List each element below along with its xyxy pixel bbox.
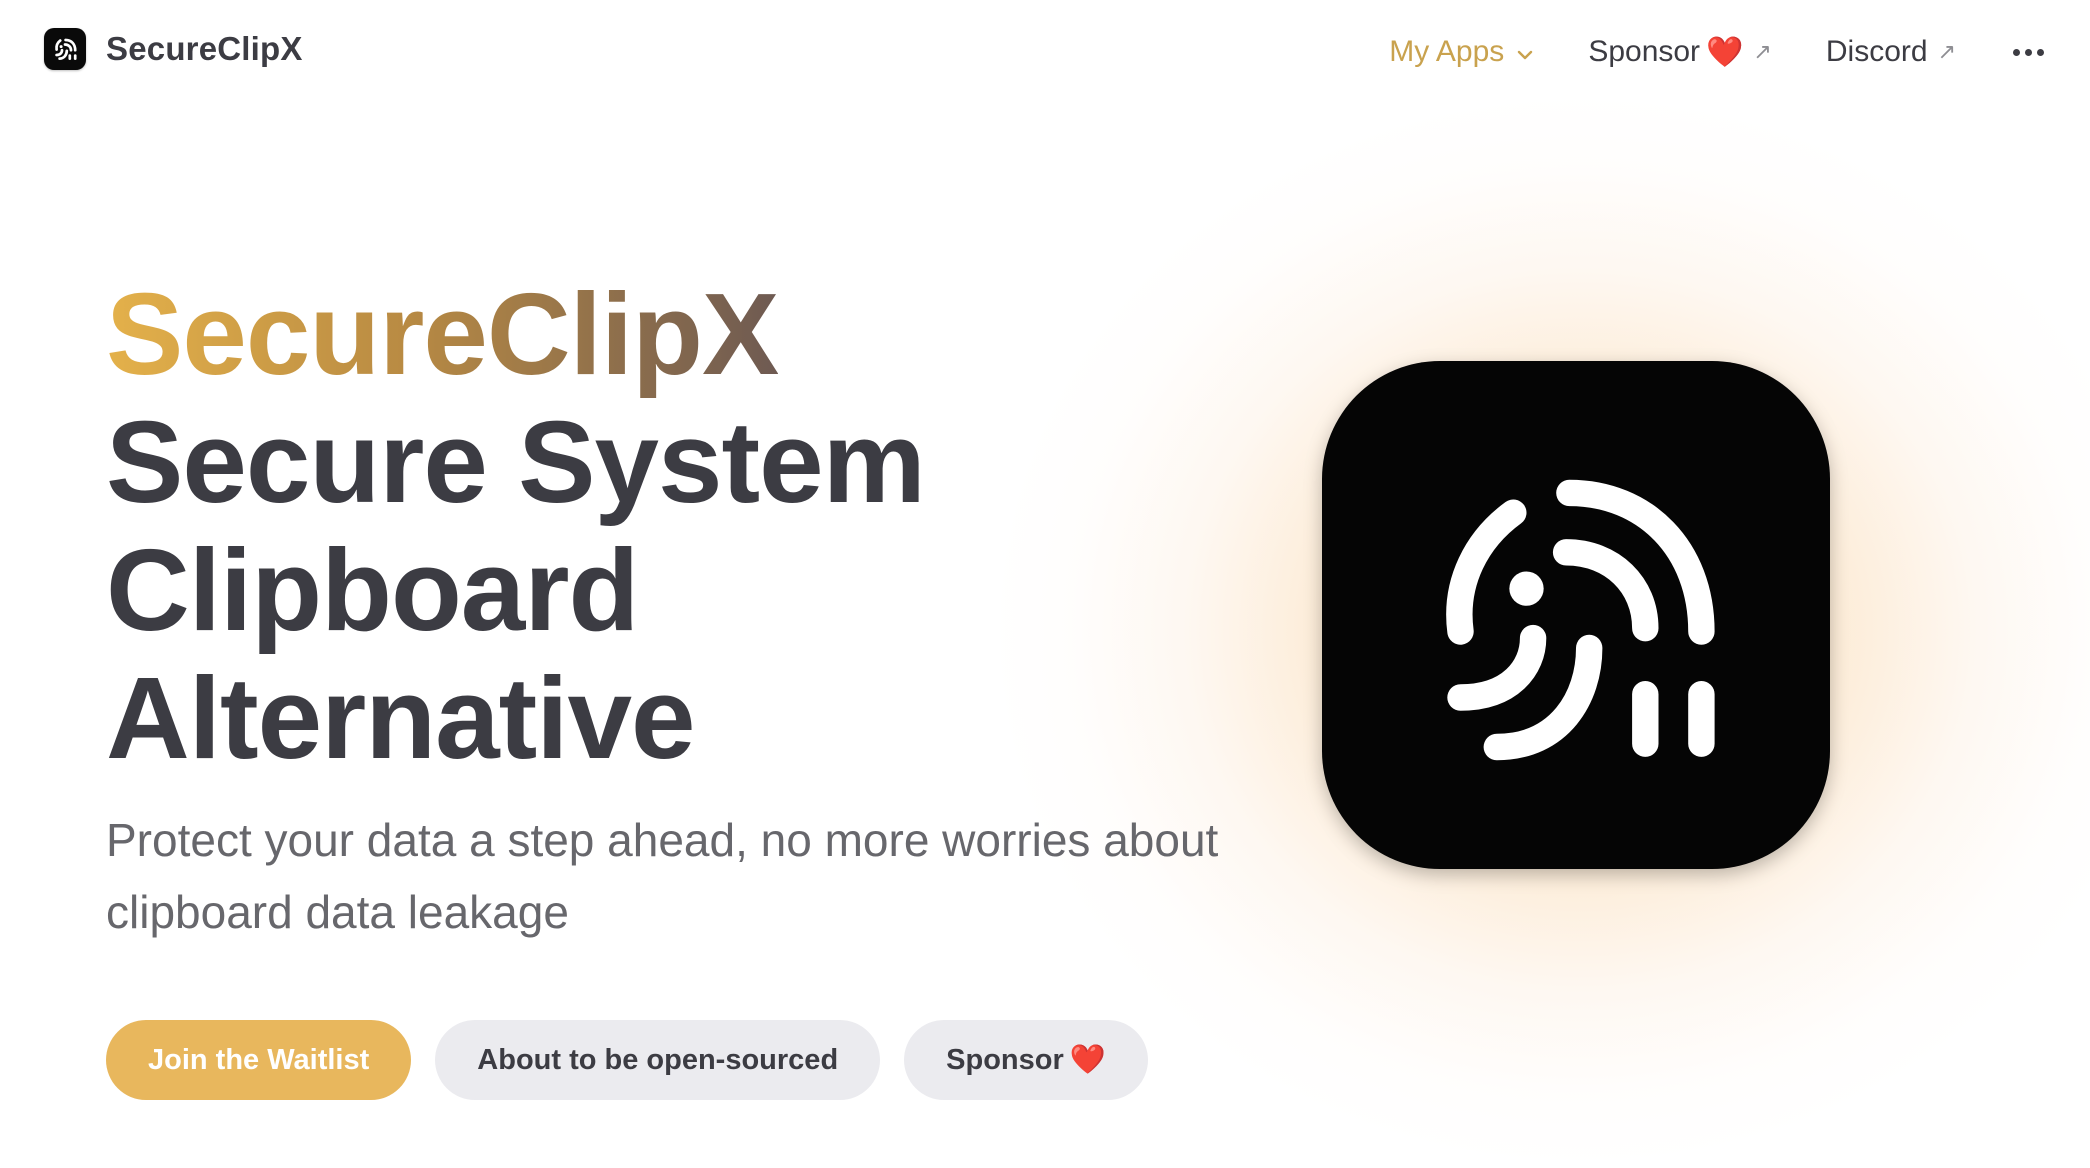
brand-name: SecureClipX (106, 30, 303, 67)
heart-icon: ❤️ (1069, 1044, 1106, 1076)
hero-title-line-3: Alternative (106, 653, 696, 783)
hero: SecureClipX Secure System Clipboard Alte… (106, 270, 1306, 994)
nav-my-apps-label: My Apps (1389, 35, 1505, 68)
hero-actions: Join the Waitlist About to be open-sourc… (106, 1020, 1172, 1100)
hero-tagline: Protect your data a step ahead, no more … (106, 814, 1219, 938)
heart-icon: ❤️ (1706, 35, 1744, 69)
hero-title-line-1: Secure System (106, 397, 926, 527)
fingerprint-icon (1446, 479, 1715, 761)
hero-title: SecureClipX Secure System Clipboard Alte… (106, 270, 1306, 782)
more-menu-icon[interactable] (2010, 48, 2046, 56)
hero-title-name: SecureClipX (106, 269, 779, 399)
top-nav: SecureClipX My Apps Sponsor ❤️ ↗ Discord… (0, 0, 2090, 104)
hero-title-line-2: Clipboard (106, 525, 639, 655)
external-link-icon: ↗ (1937, 39, 1956, 64)
fingerprint-logo-icon (44, 28, 86, 70)
join-waitlist-button[interactable]: Join the Waitlist (106, 1020, 412, 1100)
sponsor-label: Sponsor (946, 1043, 1064, 1076)
nav-discord-link[interactable]: Discord ↗ (1826, 35, 1956, 69)
nav-sponsor-link[interactable]: Sponsor ❤️ ↗ (1588, 35, 1772, 70)
sponsor-button[interactable]: Sponsor ❤️ (904, 1020, 1148, 1100)
nav-discord-label: Discord (1825, 35, 1928, 68)
nav-my-apps-dropdown[interactable]: My Apps (1389, 35, 1534, 69)
external-link-icon: ↗ (1753, 39, 1772, 64)
chevron-down-icon (1516, 35, 1534, 69)
brand-home-link[interactable]: SecureClipX (44, 28, 303, 70)
nav-links: My Apps Sponsor ❤️ ↗ Discord ↗ (1335, 22, 2046, 82)
open-source-button[interactable]: About to be open-sourced (435, 1020, 881, 1100)
nav-sponsor-label: Sponsor (1588, 35, 1701, 68)
page: SecureClipX My Apps Sponsor ❤️ ↗ Discord… (0, 0, 2090, 1168)
open-source-label: About to be open-sourced (477, 1043, 839, 1076)
app-icon (1322, 361, 1830, 869)
join-waitlist-label: Join the Waitlist (148, 1043, 370, 1076)
